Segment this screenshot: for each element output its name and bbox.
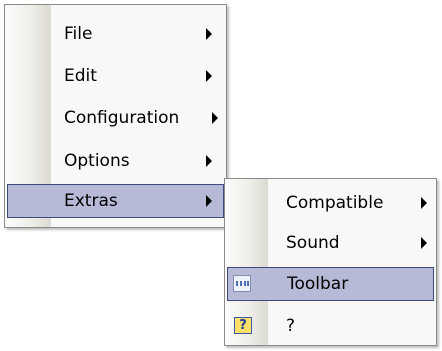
submenu-arrow-icon xyxy=(421,237,427,249)
submenu-arrow-icon xyxy=(206,195,212,207)
menu-item-label: File xyxy=(64,24,93,44)
submenu-item-label: Sound xyxy=(286,233,340,253)
submenu-item-sound[interactable]: Sound xyxy=(225,226,436,260)
toolbar-icon xyxy=(233,275,251,292)
menu-item-label: Options xyxy=(64,151,130,171)
submenu-arrow-icon xyxy=(206,28,212,40)
help-icon: ? xyxy=(234,317,252,334)
menu-item-edit[interactable]: Edit xyxy=(5,59,226,93)
submenu-item-help[interactable]: ? ? xyxy=(225,309,436,343)
submenu-arrow-icon xyxy=(206,155,212,167)
submenu-item-label: Toolbar xyxy=(287,274,349,294)
menu-item-label: Extras xyxy=(64,191,118,211)
submenu-arrow-icon xyxy=(421,197,427,209)
menu-item-extras[interactable]: Extras xyxy=(7,184,224,218)
menu-item-configuration[interactable]: Configuration xyxy=(5,101,226,135)
menu-item-options[interactable]: Options xyxy=(5,144,226,178)
submenu-item-toolbar[interactable]: Toolbar xyxy=(227,267,434,301)
main-menu: File Edit Configuration Options Extras xyxy=(4,4,227,228)
submenu-arrow-icon xyxy=(212,112,218,124)
submenu-item-label: Compatible xyxy=(286,193,384,213)
submenu-item-label: ? xyxy=(286,316,296,336)
menu-item-label: Configuration xyxy=(64,108,180,128)
submenu-item-compatible[interactable]: Compatible xyxy=(225,186,436,220)
submenu-arrow-icon xyxy=(206,70,212,82)
menu-item-file[interactable]: File xyxy=(5,17,226,51)
menu-item-label: Edit xyxy=(64,66,97,86)
extras-submenu: Compatible Sound Toolbar ? ? xyxy=(224,178,437,346)
